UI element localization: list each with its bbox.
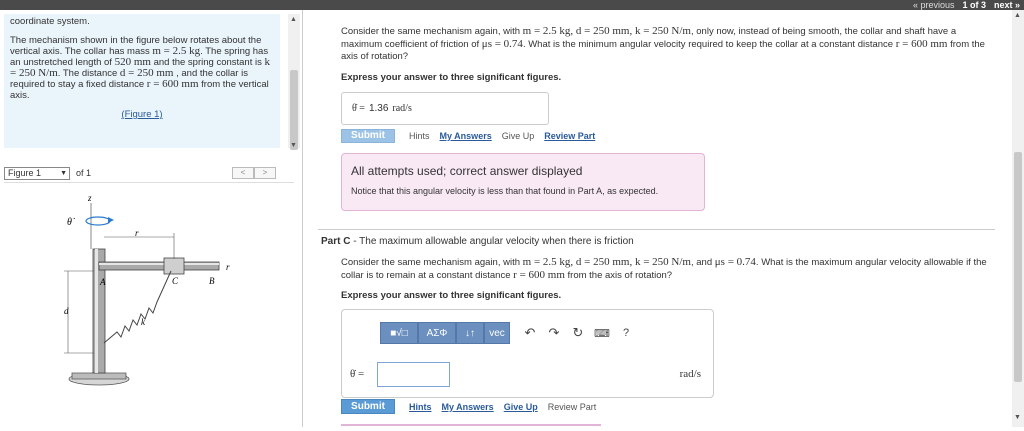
next-card-edge (341, 424, 601, 428)
partb-my-answers-link[interactable]: My Answers (440, 131, 492, 141)
problem-text: The mechanism shown in the figure below … (10, 35, 270, 101)
templates-button[interactable]: ■√□ (380, 322, 418, 344)
partb-answer-value: 1.36 (368, 103, 389, 114)
label-r-top: r (135, 228, 139, 238)
partc-answer-unit: rad/s (679, 368, 701, 380)
math-toolbar: ■√□ ΑΣΦ ↓↑ vec ↶ ↷ ↻ ⌨ ? (380, 322, 638, 344)
partb-instruction: Express your answer to three significant… (341, 72, 562, 83)
partc-heading: Part C - The maximum allowable angular v… (321, 236, 634, 247)
scroll-down-icon[interactable]: ▼ (290, 142, 297, 149)
mechanism-figure: z θ̇ r r A C B d k (64, 193, 230, 386)
redo-icon[interactable]: ↷ (542, 322, 566, 344)
scroll-thumb[interactable] (1014, 152, 1022, 382)
label-B: B (209, 276, 215, 286)
partc-answer-input[interactable] (377, 362, 450, 387)
greek-button[interactable]: ΑΣΦ (418, 322, 456, 344)
figure-link[interactable]: (Figure 1) (10, 109, 274, 120)
partc-review-part-link[interactable]: Review Part (548, 402, 597, 412)
partb-links: Hints My Answers Give Up Review Part (409, 131, 595, 141)
partb-hints-link[interactable]: Hints (409, 131, 430, 141)
vec-button[interactable]: vec (484, 322, 510, 344)
arrows-button[interactable]: ↓↑ (456, 322, 484, 344)
scroll-down-icon[interactable]: ▼ (1014, 414, 1021, 421)
main-scrollbar[interactable]: ▲ ▼ (1012, 10, 1024, 427)
partc-hints-link[interactable]: Hints (409, 402, 432, 412)
partb-question: Consider the same mechanism again, with … (341, 25, 985, 62)
partc-answer-symbol: θ̇ = (350, 368, 365, 380)
label-z: z (87, 193, 92, 203)
collar (163, 257, 185, 275)
partb-answer-symbol: θ̇ = (352, 103, 365, 114)
pager-status: 1 of 3 (962, 0, 986, 10)
alert-title: All attempts used; correct answer displa… (351, 164, 583, 178)
top-bar: « previous 1 of 3 next » (0, 0, 1024, 10)
scroll-up-icon[interactable]: ▲ (290, 16, 297, 23)
partb-review-part-link[interactable]: Review Part (544, 131, 595, 141)
section-divider (318, 229, 995, 230)
partb-submit-button[interactable]: Submit (341, 129, 395, 143)
figure-toolbar: Figure 1 ▼ of 1 < > (4, 165, 294, 181)
undo-icon[interactable]: ↶ (518, 322, 542, 344)
figure-panel: z θ̇ r r A C B d k (4, 182, 294, 427)
label-theta: θ̇ (67, 217, 75, 228)
previous-link[interactable]: « previous (913, 0, 955, 10)
keyboard-icon[interactable]: ⌨ (590, 322, 614, 344)
partb-answer-unit: rad/s (392, 103, 412, 114)
problem-statement: coordinate system. The mechanism shown i… (4, 14, 280, 148)
pane-divider (302, 10, 303, 427)
scroll-thumb[interactable] (290, 70, 298, 150)
figure-select[interactable]: Figure 1 ▼ (4, 166, 70, 180)
partb-answer-box: θ̇ = 1.36 rad/s (341, 92, 549, 125)
spring (103, 270, 172, 344)
rotation-arrow-icon (85, 216, 111, 226)
figure-prev-button[interactable]: < (232, 167, 254, 179)
left-scrollbar[interactable]: ▲ ▼ (288, 14, 300, 150)
help-button[interactable]: ? (614, 322, 638, 344)
partc-links: Hints My Answers Give Up Review Part (409, 402, 596, 412)
label-A: A (99, 277, 106, 287)
partc-give-up-link[interactable]: Give Up (504, 402, 538, 412)
attempts-alert: All attempts used; correct answer displa… (341, 153, 705, 211)
label-C: C (172, 276, 179, 286)
partb-give-up-link[interactable]: Give Up (502, 131, 535, 141)
partc-my-answers-link[interactable]: My Answers (442, 402, 494, 412)
next-link[interactable]: next » (994, 0, 1020, 10)
figure-count: of 1 (76, 168, 92, 178)
partc-answer-editor: ■√□ ΑΣΦ ↓↑ vec ↶ ↷ ↻ ⌨ ? θ̇ = rad/s (341, 309, 714, 398)
partc-submit-button[interactable]: Submit (341, 399, 395, 414)
intro-tail: coordinate system. (10, 16, 90, 27)
alert-text: Notice that this angular velocity is les… (351, 186, 659, 196)
scroll-up-icon[interactable]: ▲ (1014, 12, 1021, 19)
partc-instruction: Express your answer to three significant… (341, 290, 562, 301)
figure-next-button[interactable]: > (254, 167, 276, 179)
top-nav: « previous 1 of 3 next » (913, 0, 1020, 10)
label-r-right: r (226, 262, 230, 272)
base-plate (71, 372, 127, 380)
label-d: d (64, 306, 69, 316)
partc-question: Consider the same mechanism again, with … (341, 256, 987, 281)
main-content: Consider the same mechanism again, with … (306, 10, 1010, 427)
figure-pager: < > (232, 167, 276, 179)
chevron-down-icon: ▼ (60, 169, 67, 177)
reset-icon[interactable]: ↻ (566, 322, 590, 344)
